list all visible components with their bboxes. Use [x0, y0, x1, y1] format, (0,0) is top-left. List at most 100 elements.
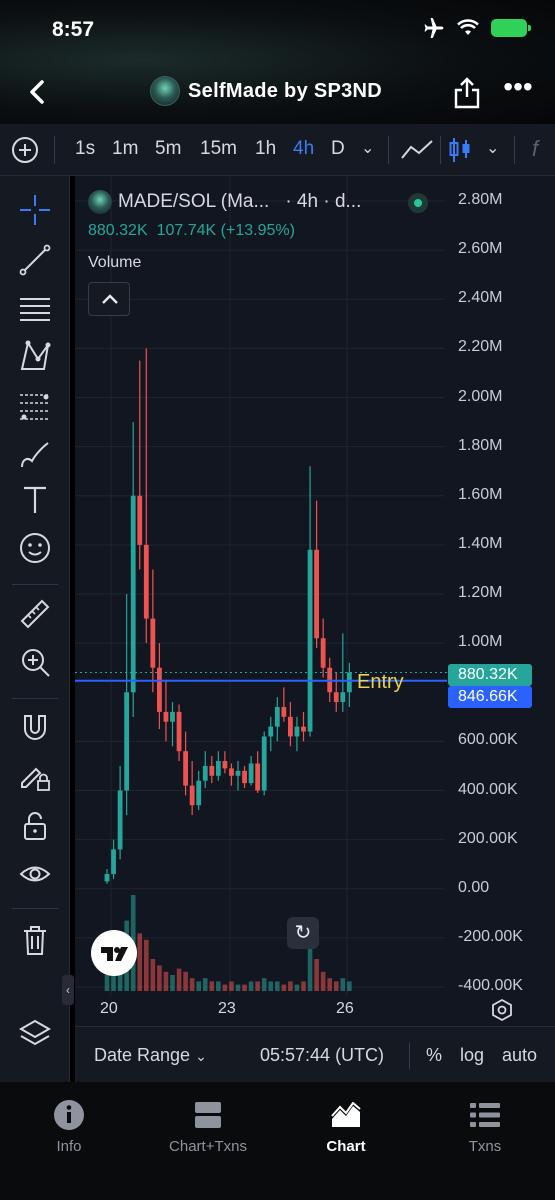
- volume-bar: [248, 981, 254, 991]
- date-range-label: Date Range: [94, 1045, 191, 1065]
- percent-toggle[interactable]: %: [426, 1045, 442, 1066]
- tab-chart[interactable]: Chart: [291, 1100, 401, 1155]
- volume-bar: [242, 984, 247, 991]
- title-group: SelfMade by SP3ND: [150, 76, 382, 106]
- candle-body: [235, 770, 241, 776]
- token-logo: [88, 190, 112, 214]
- toolbar-divider: [12, 698, 58, 699]
- crosshair-icon[interactable]: [15, 190, 55, 230]
- emoji-icon[interactable]: [15, 528, 55, 568]
- token-logo: [150, 76, 180, 106]
- line-chart-icon[interactable]: [400, 138, 434, 162]
- candlestick-icon[interactable]: [448, 136, 472, 164]
- volume-bar: [104, 975, 110, 991]
- candle-body: [163, 711, 169, 722]
- candle-body: [130, 495, 136, 693]
- candle-body: [196, 780, 202, 806]
- log-toggle[interactable]: log: [460, 1045, 484, 1066]
- candle-body: [229, 768, 234, 776]
- date-range-button[interactable]: Date Range ⌄: [94, 1045, 207, 1066]
- volume-bar: [189, 978, 195, 991]
- fib-tool-icon[interactable]: [15, 386, 55, 426]
- reset-chart-icon[interactable]: ↻: [287, 917, 319, 949]
- split-view-icon: [191, 1100, 225, 1130]
- volume-bar: [327, 978, 332, 991]
- layers-icon[interactable]: [15, 1014, 55, 1054]
- volume-bar: [202, 978, 208, 991]
- horizontal-lines-icon[interactable]: [15, 288, 55, 328]
- brush-icon[interactable]: [15, 434, 55, 474]
- entry-price-tag: 846.66K: [448, 686, 532, 708]
- app-header: 8:57 SelfMade by SP3ND •••: [0, 0, 555, 124]
- candle-body: [314, 549, 319, 639]
- volume-bar: [150, 959, 156, 991]
- chart-legend: MADE/SOL (Ma... · 4h · d... 880.32K 107.…: [88, 190, 428, 240]
- price-axis-tick-label: 600.00K: [458, 731, 518, 749]
- status-time: 8:57: [52, 18, 95, 41]
- utc-clock[interactable]: 05:57:44 (UTC): [260, 1045, 384, 1066]
- chart-type-chevron-down-icon[interactable]: ⌄: [486, 138, 499, 158]
- eye-icon[interactable]: [15, 854, 55, 894]
- timeframe-1s[interactable]: 1s: [75, 138, 95, 160]
- volume-bar: [176, 968, 182, 991]
- more-button[interactable]: •••: [503, 73, 533, 106]
- timeframe-4h[interactable]: 4h: [293, 138, 314, 160]
- bottom-tab-bar: Info Chart+Txns Chart Txns: [0, 1082, 555, 1200]
- candle-body: [346, 672, 352, 693]
- price-axis-tick-label: 1.60M: [458, 485, 503, 503]
- text-tool-icon[interactable]: [15, 480, 55, 520]
- timeframe-d[interactable]: D: [331, 138, 345, 160]
- page-title: SelfMade by SP3ND: [188, 79, 383, 102]
- price-axis-tick-label: 0.00: [458, 878, 490, 896]
- trash-icon[interactable]: [15, 920, 55, 960]
- candle-body: [222, 761, 228, 769]
- candle-body: [137, 495, 143, 545]
- volume-bar: [235, 984, 241, 991]
- share-button[interactable]: [452, 76, 482, 110]
- timeframe-1m[interactable]: 1m: [112, 138, 138, 160]
- tab-txns[interactable]: Txns: [430, 1100, 540, 1155]
- timeframe-15m[interactable]: 15m: [200, 138, 237, 160]
- function-icon[interactable]: f: [532, 136, 538, 162]
- candle-body: [150, 618, 156, 668]
- candle-body: [242, 770, 247, 784]
- volume-label: Volume: [88, 254, 142, 271]
- zoom-in-icon[interactable]: [15, 642, 55, 682]
- trend-line-icon[interactable]: [15, 240, 55, 280]
- magnet-icon[interactable]: [15, 708, 55, 748]
- add-indicator-button[interactable]: [12, 137, 38, 163]
- settings-hexagon-icon[interactable]: [490, 998, 514, 1022]
- tab-chart-txns[interactable]: Chart+Txns: [153, 1100, 263, 1155]
- volume-bar: [144, 939, 149, 991]
- pattern-tool-icon[interactable]: [15, 336, 55, 376]
- price-axis-tick-label: 1.80M: [458, 436, 503, 454]
- candle-body: [143, 544, 149, 619]
- chart-toolbar: 1s 1m 5m 15m 1h 4h D ⌄ ⌄ f: [0, 124, 555, 176]
- ruler-icon[interactable]: [15, 594, 55, 634]
- timeframe-chevron-down-icon[interactable]: ⌄: [361, 138, 374, 158]
- volume-bar: [261, 978, 267, 991]
- price-axis-tick-label: 400.00K: [458, 780, 518, 798]
- live-status-icon: [408, 193, 428, 213]
- volume-bar: [255, 981, 260, 991]
- volume-bar: [314, 959, 319, 991]
- candle-body: [189, 785, 195, 806]
- volume-bar: [196, 981, 201, 991]
- back-button[interactable]: [22, 76, 54, 108]
- sidebar-collapse-chevron-left-icon[interactable]: ‹: [62, 975, 74, 1005]
- candle-body: [268, 726, 274, 737]
- lock-drawing-icon[interactable]: [15, 756, 55, 796]
- price-axis-tick-label: 2.60M: [458, 240, 503, 258]
- timeframe-5m[interactable]: 5m: [155, 138, 181, 160]
- tab-info[interactable]: Info: [14, 1100, 124, 1155]
- time-axis[interactable]: 20 23 26: [75, 996, 555, 1026]
- timeframe-1h[interactable]: 1h: [255, 138, 276, 160]
- volume-bar: [347, 981, 352, 991]
- volume-bar: [333, 981, 339, 991]
- candle-body: [301, 726, 306, 732]
- unlock-icon[interactable]: [15, 806, 55, 846]
- auto-toggle[interactable]: auto: [502, 1045, 537, 1066]
- legend-collapse-button[interactable]: [88, 282, 130, 316]
- volume-bar: [301, 981, 306, 991]
- tradingview-logo[interactable]: [91, 930, 137, 976]
